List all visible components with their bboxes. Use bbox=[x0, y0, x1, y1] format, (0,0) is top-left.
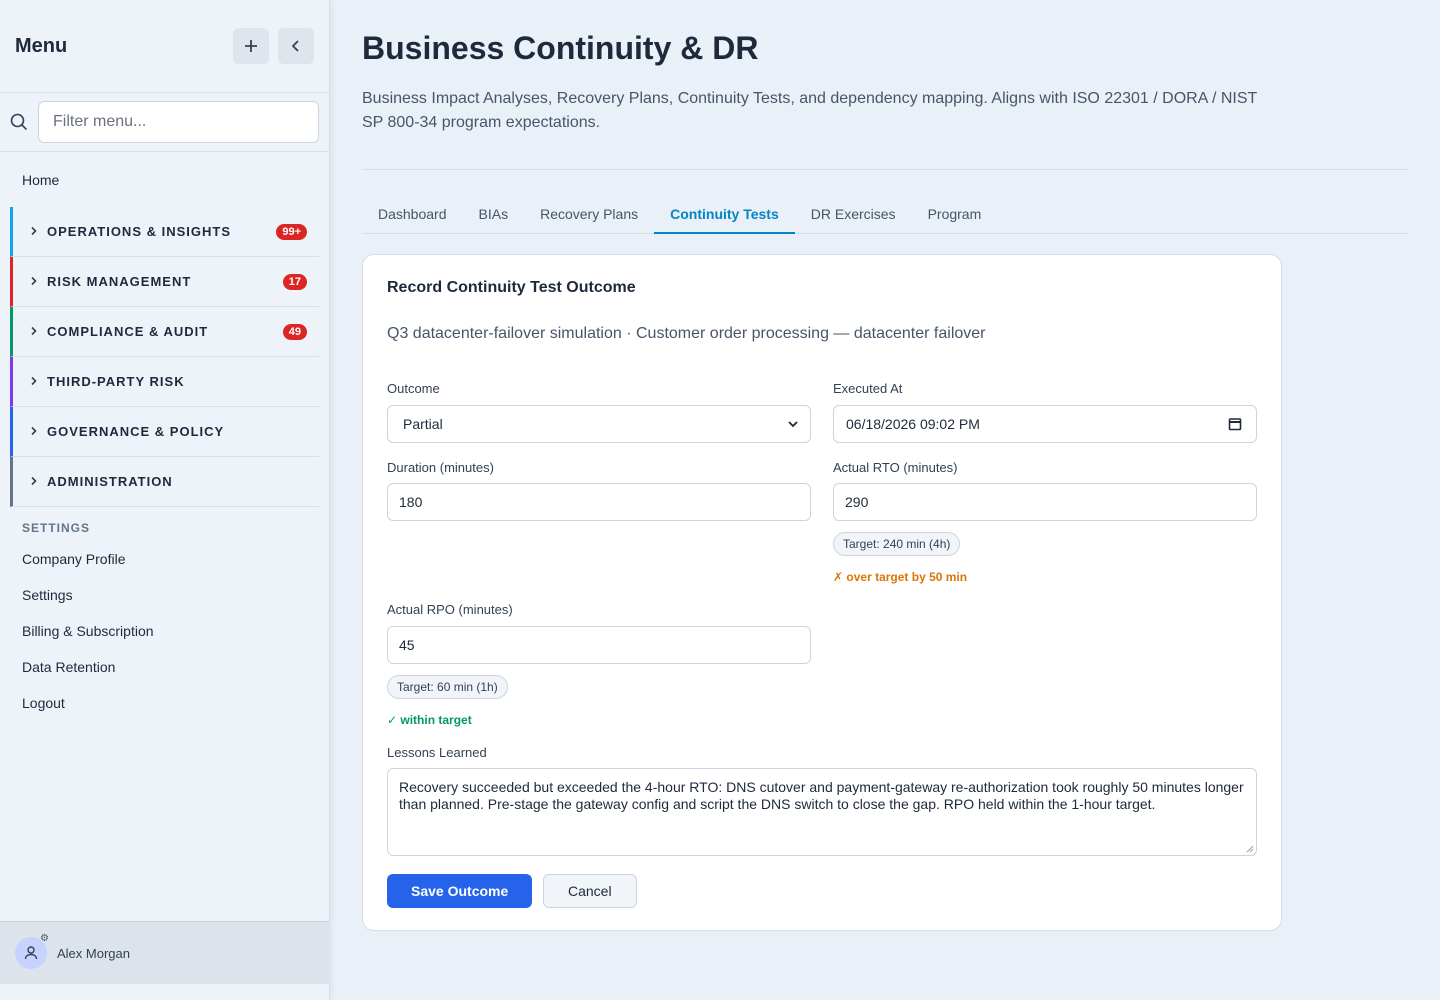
resize-grip-icon[interactable] bbox=[1246, 845, 1254, 853]
lessons-learned-textarea[interactable]: Recovery succeeded but exceeded the 4-ho… bbox=[387, 768, 1257, 856]
count-badge: 49 bbox=[282, 323, 307, 340]
user-icon bbox=[24, 946, 38, 960]
chevron-left-icon bbox=[291, 40, 299, 52]
tab-bar: Dashboard BIAs Recovery Plans Continuity Te… bbox=[362, 196, 1408, 234]
sidebar-item-billing-subscription[interactable]: Billing & Subscription bbox=[0, 613, 329, 649]
sidebar-group-label: THIRD-PARTY RISK bbox=[47, 374, 185, 389]
sidebar-header: Menu bbox=[0, 0, 329, 93]
tab-bias[interactable]: BIAs bbox=[463, 196, 525, 234]
chevron-down-icon bbox=[788, 421, 798, 428]
gear-icon: ⚙ bbox=[40, 933, 49, 944]
count-badge: 17 bbox=[282, 273, 307, 290]
tab-dr-exercises[interactable]: DR Exercises bbox=[795, 196, 912, 234]
outcome-selected-value: Partial bbox=[403, 416, 443, 432]
calendar-icon[interactable] bbox=[1228, 417, 1242, 431]
sidebar-group-compliance-audit[interactable]: COMPLIANCE & AUDIT 49 bbox=[10, 307, 319, 357]
sidebar-group-operations-insights[interactable]: OPERATIONS & INSIGHTS 99+ bbox=[10, 207, 319, 257]
actual-rto-value: 290 bbox=[845, 494, 869, 510]
actual-rpo-value: 45 bbox=[399, 637, 415, 653]
sidebar-group-label: ADMINISTRATION bbox=[47, 474, 173, 489]
search-icon bbox=[10, 113, 30, 131]
save-outcome-button[interactable]: Save Outcome bbox=[387, 874, 533, 908]
sidebar-filter bbox=[0, 93, 329, 152]
collapse-sidebar-button[interactable] bbox=[278, 28, 314, 64]
sidebar-group-label: OPERATIONS & INSIGHTS bbox=[47, 224, 231, 239]
filter-menu-input[interactable] bbox=[38, 101, 319, 143]
sidebar-item-settings[interactable]: Settings bbox=[0, 577, 329, 613]
settings-section-heading: SETTINGS bbox=[22, 521, 91, 535]
sidebar-group-governance-policy[interactable]: GOVERNANCE & POLICY bbox=[10, 407, 319, 457]
lessons-learned-value: Recovery succeeded but exceeded the 4-ho… bbox=[399, 779, 1244, 812]
actual-rpo-label: Actual RPO (minutes) bbox=[387, 602, 513, 617]
user-footer[interactable]: ⚙ Alex Morgan bbox=[0, 921, 330, 984]
avatar[interactable]: ⚙ bbox=[15, 933, 49, 969]
chevron-right-icon bbox=[29, 375, 47, 389]
rpo-status: ✓ within target bbox=[387, 713, 472, 727]
actual-rto-input[interactable]: 290 bbox=[833, 483, 1257, 521]
sidebar-group-risk-management[interactable]: RISK MANAGEMENT 17 bbox=[10, 257, 319, 307]
tab-dashboard[interactable]: Dashboard bbox=[362, 196, 463, 234]
duration-label: Duration (minutes) bbox=[387, 460, 494, 475]
outcome-label: Outcome bbox=[387, 381, 440, 396]
actual-rto-label: Actual RTO (minutes) bbox=[833, 460, 958, 475]
sidebar-title: Menu bbox=[15, 34, 68, 57]
outcome-select[interactable]: Partial bbox=[387, 405, 811, 443]
chevron-right-icon bbox=[29, 225, 47, 239]
sidebar-groups: OPERATIONS & INSIGHTS 99+ RISK MANAGEMENT 1… bbox=[0, 207, 329, 507]
sidebar-item-data-retention[interactable]: Data Retention bbox=[0, 649, 329, 685]
user-name: Alex Morgan bbox=[57, 945, 130, 961]
rpo-target-chip: Target: 60 min (1h) bbox=[387, 675, 508, 699]
sidebar-group-administration[interactable]: ADMINISTRATION bbox=[10, 457, 319, 507]
executed-at-label: Executed At bbox=[833, 381, 903, 396]
form-title: Record Continuity Test Outcome bbox=[387, 279, 636, 296]
rto-target-chip: Target: 240 min (4h) bbox=[833, 532, 961, 556]
sidebar-group-label: RISK MANAGEMENT bbox=[47, 274, 192, 289]
add-button[interactable] bbox=[233, 28, 269, 64]
count-badge: 99+ bbox=[276, 223, 307, 240]
executed-at-value: 06/18/2026 09:02 PM bbox=[846, 416, 980, 432]
actual-rpo-input[interactable]: 45 bbox=[387, 626, 811, 664]
page-description: Business Impact Analyses, Recovery Plans… bbox=[362, 90, 1257, 131]
form-subtitle: Q3 datacenter-failover simulation · Cust… bbox=[387, 325, 986, 342]
duration-value: 180 bbox=[399, 494, 423, 510]
sidebar: Menu Home OPERATIONS & INSIGHTS 99+ RISK M… bbox=[0, 0, 330, 1000]
chevron-right-icon bbox=[29, 325, 47, 339]
main-content: Business Continuity & DR Business Impact… bbox=[362, 0, 1408, 931]
lessons-learned-label: Lessons Learned bbox=[387, 745, 487, 760]
sidebar-links: Company Profile Settings Billing & Subscri… bbox=[0, 541, 329, 721]
sidebar-group-third-party-risk[interactable]: THIRD-PARTY RISK bbox=[10, 357, 319, 407]
sidebar-group-label: COMPLIANCE & AUDIT bbox=[47, 324, 209, 339]
sidebar-item-home[interactable]: Home bbox=[0, 152, 329, 207]
continuity-test-outcome-form: Record Continuity Test Outcome Q3 datace… bbox=[362, 254, 1282, 931]
page-title: Business Continuity & DR bbox=[362, 30, 759, 66]
rto-status: ✗ over target by 50 min bbox=[833, 570, 968, 584]
chevron-right-icon bbox=[29, 275, 47, 289]
sidebar-group-label: GOVERNANCE & POLICY bbox=[47, 424, 225, 439]
chevron-right-icon bbox=[29, 425, 47, 439]
tab-recovery-plans[interactable]: Recovery Plans bbox=[524, 196, 654, 234]
cancel-button[interactable]: Cancel bbox=[543, 874, 637, 908]
executed-at-input[interactable]: 06/18/2026 09:02 PM bbox=[833, 405, 1257, 443]
plus-icon bbox=[245, 40, 257, 52]
tab-continuity-tests[interactable]: Continuity Tests bbox=[654, 196, 795, 234]
duration-input[interactable]: 180 bbox=[387, 483, 811, 521]
sidebar-item-logout[interactable]: Logout bbox=[0, 685, 329, 721]
sidebar-item-company-profile[interactable]: Company Profile bbox=[0, 541, 329, 577]
chevron-right-icon bbox=[29, 475, 47, 489]
divider bbox=[362, 169, 1408, 170]
tab-program[interactable]: Program bbox=[912, 196, 998, 234]
